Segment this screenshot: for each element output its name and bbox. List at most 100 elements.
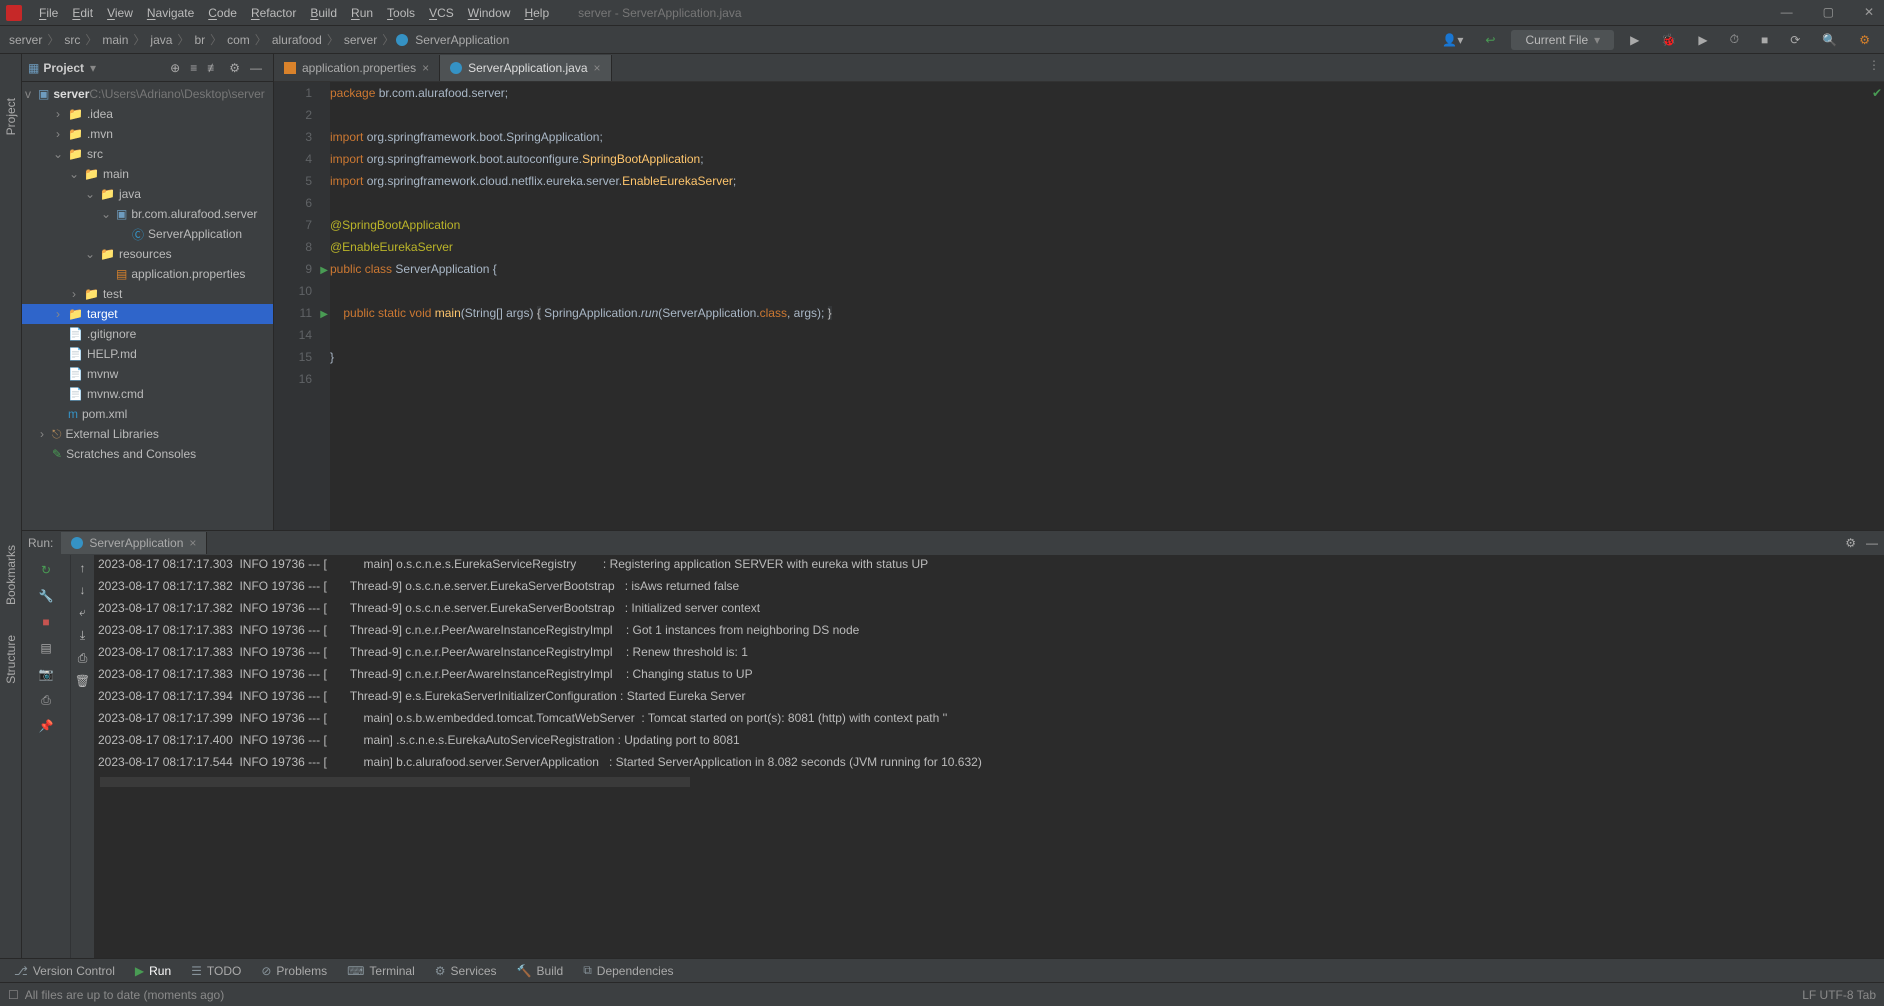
menu-code[interactable]: Code [201, 3, 244, 23]
tree-node[interactable]: ⌄📁main [22, 164, 273, 184]
project-tree[interactable]: v▣server C:\Users\Adriano\Desktop\server… [22, 82, 273, 530]
close-tab-icon[interactable]: × [422, 61, 429, 75]
soft-wrap-icon[interactable]: ⤶ [79, 605, 86, 620]
bottom-tool-terminal[interactable]: ⌨Terminal [339, 961, 423, 981]
menu-file[interactable]: File [32, 3, 65, 23]
rerun-icon[interactable]: ↻ [37, 561, 55, 579]
expand-all-icon[interactable]: ≡ [185, 59, 202, 77]
bottom-tool-services[interactable]: ⚙Services [427, 961, 505, 981]
menu-navigate[interactable]: Navigate [140, 3, 201, 23]
select-opened-icon[interactable]: ⊕ [165, 59, 185, 77]
run-settings-icon[interactable]: ⚙ [1845, 536, 1856, 550]
back-icon[interactable]: ↩ [1479, 30, 1501, 50]
console-output[interactable]: 2023-08-17 08:17:17.303 INFO 19736 --- [… [94, 555, 1884, 958]
code-line[interactable]: public class ServerApplication { [330, 262, 1884, 284]
code-line[interactable]: import org.springframework.boot.autoconf… [330, 152, 1884, 174]
panel-settings-icon[interactable]: ⚙ [224, 59, 245, 77]
vcs-update-icon[interactable]: ⟳ [1784, 30, 1806, 50]
menu-edit[interactable]: Edit [65, 3, 100, 23]
tree-node[interactable]: 📄mvnw [22, 364, 273, 384]
breadcrumb-segment[interactable]: java [147, 33, 175, 47]
layout-icon[interactable]: ▤ [37, 639, 55, 657]
profile-icon[interactable]: ⏱ [1724, 29, 1745, 50]
hide-run-icon[interactable]: — [1866, 536, 1878, 550]
menu-tools[interactable]: Tools [380, 3, 422, 23]
debug-icon[interactable]: 🐞 [1655, 30, 1682, 50]
editor-tab[interactable]: ServerApplication.java× [440, 55, 611, 81]
breadcrumb-segment[interactable]: main [99, 33, 131, 47]
tree-node[interactable]: ▤application.properties [22, 264, 273, 284]
menu-vcs[interactable]: VCS [422, 3, 461, 23]
tree-root[interactable]: v▣server C:\Users\Adriano\Desktop\server [22, 84, 273, 104]
maximize-icon[interactable]: ▢ [1817, 3, 1840, 21]
breadcrumb-segment[interactable]: server [341, 33, 380, 47]
menu-build[interactable]: Build [303, 3, 344, 23]
collapse-all-icon[interactable]: ≢ [202, 59, 224, 77]
search-icon[interactable]: 🔍 [1816, 30, 1843, 50]
tree-node[interactable]: ›📁test [22, 284, 273, 304]
breadcrumb-segment[interactable]: src [61, 33, 83, 47]
stop-run-icon[interactable]: ■ [37, 613, 55, 631]
print2-icon[interactable]: ⎙ [78, 651, 88, 666]
tree-node[interactable]: ›⎋External Libraries [22, 424, 273, 444]
tree-node[interactable]: ⌄📁java [22, 184, 273, 204]
code-line[interactable] [330, 196, 1884, 218]
bottom-tool-version-control[interactable]: ⎇Version Control [6, 961, 123, 981]
add-user-icon[interactable]: 👤▾ [1436, 30, 1469, 50]
stop-icon[interactable]: ■ [1755, 30, 1774, 50]
code-line[interactable]: import org.springframework.boot.SpringAp… [330, 130, 1884, 152]
code-line[interactable] [330, 108, 1884, 130]
menu-window[interactable]: Window [461, 3, 518, 23]
tree-node[interactable]: ✎Scratches and Consoles [22, 444, 273, 464]
code-editor[interactable]: package br.com.alurafood.server; import o… [330, 82, 1884, 530]
bottom-tool-dependencies[interactable]: ⧉Dependencies [575, 960, 681, 981]
code-line[interactable]: public static void main(String[] args) {… [330, 306, 1884, 328]
bottom-tool-run[interactable]: ▶Run [127, 961, 179, 981]
bottom-tool-todo[interactable]: ☰TODO [183, 961, 249, 981]
tree-node[interactable]: ⌄📁src [22, 144, 273, 164]
camera-icon[interactable]: 📷 [37, 665, 55, 683]
breadcrumb-segment[interactable]: com [224, 33, 253, 47]
breadcrumb[interactable]: server〉src〉main〉java〉br〉com〉alurafood〉se… [6, 31, 512, 48]
close-tab-icon[interactable]: × [594, 61, 601, 75]
breadcrumb-segment[interactable]: ServerApplication [412, 33, 512, 47]
tree-node[interactable]: ⒸServerApplication [22, 224, 273, 244]
tree-node[interactable]: ›📁.mvn [22, 124, 273, 144]
tree-node[interactable]: ›📁target [22, 304, 273, 324]
run-icon[interactable]: ▶ [1624, 30, 1645, 50]
tree-node[interactable]: mpom.xml [22, 404, 273, 424]
code-line[interactable] [330, 328, 1884, 350]
pin-icon[interactable]: 📌 [37, 717, 55, 735]
close-icon[interactable]: ✕ [1858, 3, 1880, 21]
tabs-menu-icon[interactable]: ⋮ [1868, 58, 1880, 72]
code-line[interactable]: @EnableEurekaServer [330, 240, 1884, 262]
run-gutter-icon[interactable]: ▶ [320, 265, 328, 276]
wrench-icon[interactable]: 🔧 [37, 587, 55, 605]
breadcrumb-segment[interactable]: br [191, 33, 208, 47]
code-line[interactable]: } [330, 350, 1884, 372]
horizontal-scrollbar[interactable] [100, 777, 690, 787]
run-panel-tab[interactable]: ServerApplication × [61, 532, 207, 554]
code-line[interactable] [330, 284, 1884, 306]
code-line[interactable]: package br.com.alurafood.server; [330, 86, 1884, 108]
vcs-status-icon[interactable]: ☐ [8, 988, 19, 1002]
tree-node[interactable]: ›📁.idea [22, 104, 273, 124]
coverage-icon[interactable]: ▶ [1692, 30, 1713, 50]
project-tool-tab[interactable]: Project [4, 94, 18, 139]
print-icon[interactable]: ⎙ [37, 691, 55, 709]
run-gutter-icon[interactable]: ▶ [320, 309, 328, 320]
editor-tab[interactable]: application.properties× [274, 55, 440, 81]
menu-run[interactable]: Run [344, 3, 380, 23]
settings-icon[interactable]: ⚙ [1853, 30, 1876, 50]
structure-tool-tab[interactable]: Structure [4, 631, 18, 688]
trash-icon[interactable]: 🗑 [75, 674, 90, 688]
tree-node[interactable]: 📄.gitignore [22, 324, 273, 344]
tree-node[interactable]: ⌄▣br.com.alurafood.server [22, 204, 273, 224]
breadcrumb-segment[interactable]: alurafood [269, 33, 325, 47]
menu-refactor[interactable]: Refactor [244, 3, 303, 23]
code-line[interactable] [330, 372, 1884, 394]
minimize-icon[interactable]: — [1775, 3, 1799, 21]
tree-node[interactable]: ⌄📁resources [22, 244, 273, 264]
tree-node[interactable]: 📄mvnw.cmd [22, 384, 273, 404]
scroll-down-icon[interactable]: ↓ [80, 583, 86, 597]
